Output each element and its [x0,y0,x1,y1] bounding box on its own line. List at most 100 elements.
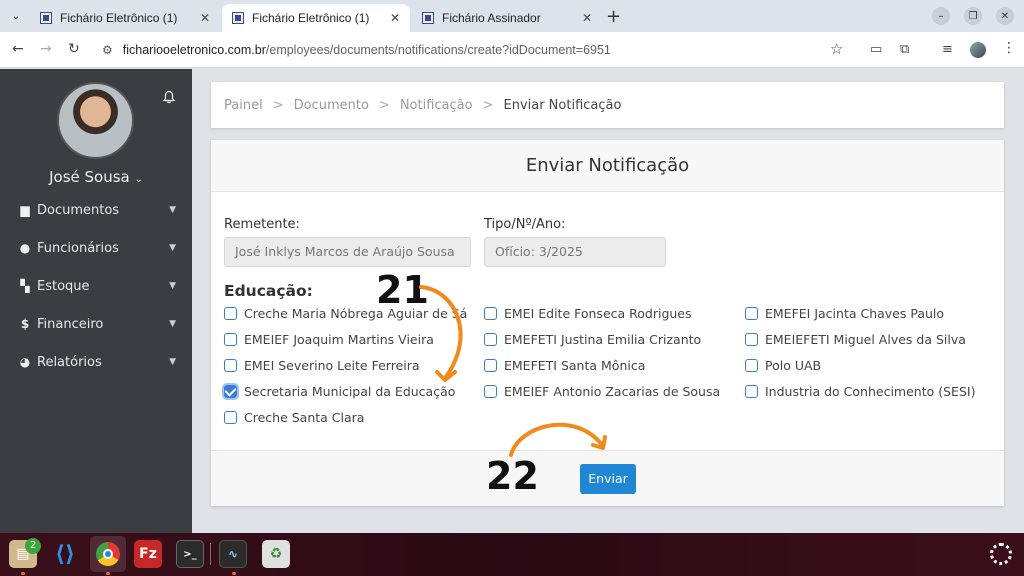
browser-tab-active[interactable]: Fichário Eletrônico (1) ✕ [222,4,410,32]
recipient-checkbox[interactable]: EMEIEF Joaquim Martins Vieira [224,332,434,347]
checkbox-box[interactable] [224,411,237,424]
section-title-educacao: Educação: [224,282,313,300]
filezilla-icon[interactable]: Fz [134,540,162,568]
media-control-icon[interactable]: ≡ [942,42,953,57]
annotation-arrow-right [509,422,607,457]
close-icon[interactable]: ✕ [200,11,210,25]
reload-icon[interactable]: ↻ [68,41,80,57]
chevron-down-icon: ▼ [169,281,176,291]
recipient-checkbox[interactable]: EMEIEFETI Miguel Alves da Silva [745,332,966,347]
annotation-arrow-down [419,285,463,382]
breadcrumb-separator: > [378,97,390,113]
breadcrumb-separator: > [272,97,284,113]
send-button[interactable]: Enviar [580,464,636,494]
window-close-button[interactable]: ✕ [996,7,1014,25]
site-favicon-icon [422,12,434,24]
minimize-button[interactable]: – [932,7,950,25]
recipient-checkbox[interactable]: EMEIEF Antonio Zacarias de Sousa [484,384,720,399]
breadcrumb: Painel > Documento > Notificação > Envia… [211,82,1004,128]
checkbox-box[interactable] [745,385,758,398]
chevron-down-icon: ▼ [169,205,176,215]
bell-icon[interactable] [162,90,176,104]
system-monitor-icon[interactable]: ∿ [219,540,247,568]
checkbox-box[interactable] [745,333,758,346]
browser-tab-bar: ⌄ Fichário Eletrônico (1) ✕ Fichário Ele… [0,0,1024,32]
recipient-checkbox[interactable]: Industria do Conhecimento (SESI) [745,384,975,399]
document-type-field[interactable]: Ofício: 3/2025 [484,237,666,267]
breadcrumb-link-notificacao[interactable]: Notificação [400,98,473,113]
breadcrumb-separator: > [482,97,494,113]
document-type-label: Tipo/Nº/Ano: [484,217,566,232]
extensions-icon[interactable]: ⧉ [900,42,909,57]
running-indicator [21,572,25,575]
checkbox-box[interactable] [224,333,237,346]
recipient-checkbox[interactable]: EMEFETI Justina Emilia Crizanto [484,332,701,347]
close-icon[interactable]: ✕ [390,11,400,25]
user-name-dropdown[interactable]: José Sousa ⌄ [0,168,192,186]
page-title: Enviar Notificação [211,140,1004,192]
new-tab-button[interactable]: + [606,6,621,27]
recipient-checkbox[interactable]: EMEFETI Santa Mônica [484,358,645,373]
sender-label: Remetente: [224,217,300,232]
close-icon[interactable]: ✕ [582,11,592,25]
dollar-icon: $ [20,317,30,331]
chrome-logo [96,542,120,566]
checkbox-box[interactable] [224,359,237,372]
url-field[interactable]: ⚙ fichariooeletronico.com.br/employees/d… [96,37,856,63]
bookmark-star-icon[interactable]: ☆ [830,40,843,58]
recipient-checkbox[interactable]: EMEFEI Jacinta Chaves Paulo [745,306,944,321]
chevron-down-icon: ⌄ [134,174,143,185]
app-launcher-icon[interactable] [990,543,1012,565]
checkbox-box[interactable] [484,359,497,372]
profile-avatar[interactable] [970,42,986,58]
checkbox-box[interactable] [745,359,758,372]
taskbar: ▤ 2 ⟨⟩ Fz >_ ∿ ♻ [0,533,1024,576]
chevron-down-icon: ▼ [169,319,176,329]
screenshot-icon[interactable]: ▭ [870,42,882,57]
sidebar-item-documentos[interactable]: ▆ Documentos ▼ [0,191,192,229]
address-bar: ← → ↻ ⚙ fichariooeletronico.com.br/emplo… [0,32,1024,68]
forward-icon[interactable]: → [40,41,52,57]
browser-menu-icon[interactable]: ⋮ [1002,40,1016,56]
sidebar: José Sousa ⌄ ▆ Documentos ▼ ● Funcionári… [0,69,192,533]
running-indicator [106,572,110,575]
checkbox-box[interactable] [484,307,497,320]
trash-icon[interactable]: ♻ [262,540,290,568]
checkbox-box[interactable] [484,385,497,398]
restore-button[interactable]: ❐ [964,7,982,25]
document-icon: ▆ [20,203,30,217]
site-favicon-icon [40,12,52,24]
terminal-icon[interactable]: >_ [176,540,204,568]
checkbox-box[interactable] [745,307,758,320]
recipient-checkbox[interactable]: Polo UAB [745,358,821,373]
running-indicator [232,572,236,575]
sidebar-item-funcionarios[interactable]: ● Funcionários ▼ [0,229,192,267]
tab-search-button[interactable]: ⌄ [6,6,26,26]
site-favicon-icon [232,12,244,24]
recipient-checkbox[interactable]: EMEI Edite Fonseca Rodrigues [484,306,692,321]
browser-tab[interactable]: Fichário Assinador ✕ [412,4,602,32]
chevron-down-icon: ▼ [169,357,176,367]
boxes-icon: ▚ [20,279,30,293]
breadcrumb-link-documento[interactable]: Documento [294,98,369,113]
back-icon[interactable]: ← [12,41,24,57]
sidebar-item-estoque[interactable]: ▚ Estoque ▼ [0,267,192,305]
avatar[interactable] [57,82,134,159]
checkbox-box[interactable] [484,333,497,346]
chrome-logo-center [103,549,113,559]
vscode-icon[interactable]: ⟨⟩ [51,540,79,568]
chevron-down-icon: ▼ [169,243,176,253]
user-icon: ● [19,241,31,255]
site-info-icon[interactable]: ⚙ [102,43,113,57]
sidebar-item-financeiro[interactable]: $ Financeiro ▼ [0,305,192,343]
notification-badge: 2 [25,538,41,554]
checkbox-box[interactable] [224,307,237,320]
breadcrumb-link-painel[interactable]: Painel [224,98,263,113]
checkbox-box-checked[interactable] [222,383,239,400]
chrome-icon[interactable] [90,536,126,572]
recipient-checkbox[interactable]: Creche Santa Clara [224,410,364,425]
browser-tab[interactable]: Fichário Eletrônico (1) ✕ [30,4,220,32]
sidebar-item-relatorios[interactable]: ◕ Relatórios ▼ [0,343,192,381]
sender-field[interactable]: José Inklys Marcos de Araújo Sousa [224,237,471,267]
recipient-checkbox[interactable]: EMEI Severino Leite Ferreira [224,358,420,373]
